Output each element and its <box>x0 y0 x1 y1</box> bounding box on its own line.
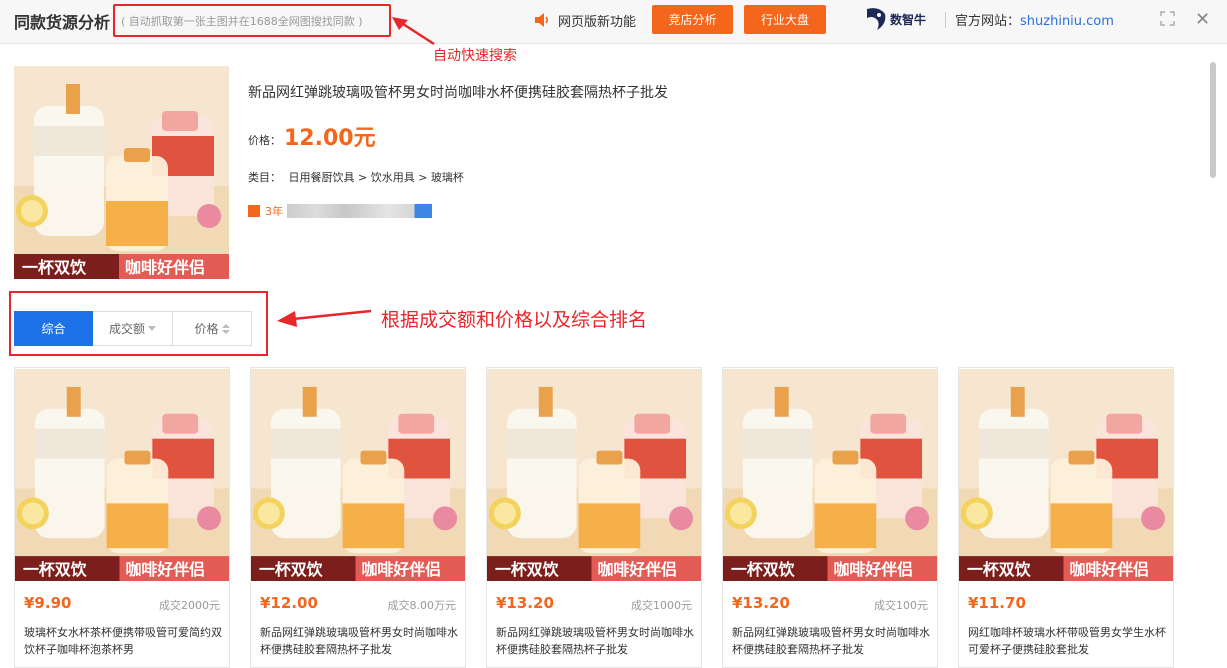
scrollbar[interactable] <box>1210 62 1216 178</box>
banner-left-text: 一杯双饮 <box>22 258 87 277</box>
result-card[interactable]: 一杯双饮 咖啡好伴侣 ¥12.00 成交8.00万元 新品网红弹跳玻璃吸管杯男女… <box>250 367 466 668</box>
result-card-sales: 成交1000元 <box>631 599 692 612</box>
banner-right-text: 咖啡好伴侣 <box>1069 560 1149 579</box>
page-title: 同款货源分析 <box>14 13 111 32</box>
brand-logo: 数智牛 <box>865 6 926 32</box>
sort-bar: 综合 成交额 价格 <box>14 311 252 346</box>
result-card[interactable]: 一杯双饮 咖啡好伴侣 ¥9.90 成交2000元 玻璃杯女水杯茶杯便携带吸管可爱… <box>14 367 230 668</box>
site-label: 官方网站： <box>955 14 1021 29</box>
result-card-sales: 成交2000元 <box>159 599 220 612</box>
product-image: 一杯双饮 咖啡好伴侣 <box>14 66 229 279</box>
top-bar: 同款货源分析 ( 自动抓取第一张主图并在1688全网图搜找同款 ) 网页版新功能… <box>0 0 1227 44</box>
sort-tab-price[interactable]: 价格 <box>173 311 252 346</box>
result-card-sales: 成交100元 <box>874 599 928 612</box>
blurred-supplier-name <box>287 204 432 218</box>
result-card-image[interactable]: 一杯双饮 咖啡好伴侣 <box>251 368 465 582</box>
page-subtitle: ( 自动抓取第一张主图并在1688全网图搜找同款 ) <box>121 15 363 28</box>
result-card-price: ¥9.90 <box>24 594 72 612</box>
banner-right-text: 咖啡好伴侣 <box>125 560 205 579</box>
shop-analysis-button[interactable]: 竞店分析 <box>652 5 733 34</box>
expand-icon[interactable] <box>1160 11 1175 26</box>
result-card-price: ¥12.00 <box>260 594 318 612</box>
category-path: 日用餐厨饮具 > 饮水用具 > 玻璃杯 <box>288 171 464 184</box>
sort-tab-overall-label: 综合 <box>41 322 66 336</box>
product-price: 12.00元 <box>284 126 376 151</box>
sort-tab-overall[interactable]: 综合 <box>14 311 93 346</box>
category-label: 类目： <box>248 171 281 184</box>
result-card-image[interactable]: 一杯双饮 咖啡好伴侣 <box>723 368 937 582</box>
banner-left-text: 一杯双饮 <box>23 560 88 579</box>
result-card-title[interactable]: 新品网红弹跳玻璃吸管杯男女时尚咖啡水杯便携硅胶套隔热杯子批发 <box>496 624 694 658</box>
result-card-price: ¥11.70 <box>968 594 1026 612</box>
result-card-image[interactable]: 一杯双饮 咖啡好伴侣 <box>959 368 1173 582</box>
price-label: 价格： <box>248 134 281 147</box>
category-row: 类目： 日用餐厨饮具 > 饮水用具 > 玻璃杯 <box>248 169 464 185</box>
official-site: 官方网站：shuzhiniu.com <box>955 10 1114 29</box>
close-icon[interactable]: ✕ <box>1195 9 1210 30</box>
result-card-price: ¥13.20 <box>496 594 554 612</box>
banner-right-text: 咖啡好伴侣 <box>125 258 205 277</box>
result-card-title[interactable]: 玻璃杯女水杯茶杯便携带吸管可爱简约双饮杯子咖啡杯泡茶杯男 <box>24 624 222 658</box>
new-feature-label[interactable]: 网页版新功能 <box>558 11 636 30</box>
annotation-auto-search: 自动快速搜索 <box>433 48 517 64</box>
result-card-title[interactable]: 新品网红弹跳玻璃吸管杯男女时尚咖啡水杯便携硅胶套隔热杯子批发 <box>732 624 930 658</box>
annotation-arrow-icon <box>392 17 435 46</box>
banner-right-text: 咖啡好伴侣 <box>361 560 441 579</box>
industry-overview-button[interactable]: 行业大盘 <box>744 5 826 34</box>
banner-right-text: 咖啡好伴侣 <box>597 560 677 579</box>
brand-logo-icon <box>867 8 886 30</box>
banner-left-text: 一杯双饮 <box>495 560 560 579</box>
caret-down-icon <box>148 326 156 331</box>
main-product-image: 一杯双饮 咖啡好伴侣 <box>14 66 229 279</box>
result-card-title[interactable]: 网红咖啡杯玻璃水杯带吸管男女学生水杯可爱杯子便携硅胶套批发 <box>968 624 1166 658</box>
sort-tab-turnover[interactable]: 成交额 <box>93 311 173 346</box>
sort-tab-price-label: 价格 <box>194 322 219 336</box>
result-card-image[interactable]: 一杯双饮 咖啡好伴侣 <box>15 368 229 582</box>
result-card-image[interactable]: 一杯双饮 咖啡好伴侣 <box>487 368 701 582</box>
result-card-price: ¥13.20 <box>732 594 790 612</box>
result-card[interactable]: 一杯双饮 咖啡好伴侣 ¥13.20 成交1000元 新品网红弹跳玻璃吸管杯男女时… <box>486 367 702 668</box>
sort-arrows-icon <box>221 323 230 334</box>
annotation-arrow-2-icon <box>277 309 372 327</box>
banner-left-text: 一杯双饮 <box>731 560 796 579</box>
result-card-sales: 成交8.00万元 <box>387 599 457 612</box>
years-badge: 3年 <box>265 205 283 218</box>
brand-logo-text: 数智牛 <box>890 12 927 27</box>
annotation-sort-note: 根据成交额和价格以及综合排名 <box>381 309 648 331</box>
gift-icon <box>248 205 260 217</box>
banner-left-text: 一杯双饮 <box>259 560 324 579</box>
result-card[interactable]: 一杯双饮 咖啡好伴侣 ¥11.70 网红咖啡杯玻璃水杯带吸管男女学生水杯可爱杯子… <box>958 367 1174 668</box>
result-card[interactable]: 一杯双饮 咖啡好伴侣 ¥13.20 成交100元 新品网红弹跳玻璃吸管杯男女时尚… <box>722 367 938 668</box>
supplier-years: 3年 <box>248 203 432 219</box>
site-url-link[interactable]: shuzhiniu.com <box>1020 14 1114 29</box>
speaker-icon <box>535 13 549 27</box>
header-divider <box>945 12 946 28</box>
banner-left-text: 一杯双饮 <box>967 560 1032 579</box>
result-card-title[interactable]: 新品网红弹跳玻璃吸管杯男女时尚咖啡水杯便携硅胶套隔热杯子批发 <box>260 624 458 658</box>
subtitle-highlight-box: ( 自动抓取第一张主图并在1688全网图搜找同款 ) <box>113 4 391 37</box>
sort-tab-turnover-label: 成交额 <box>108 322 145 336</box>
banner-right-text: 咖啡好伴侣 <box>833 560 913 579</box>
product-title: 新品网红弹跳玻璃吸管杯男女时尚咖啡水杯便携硅胶套隔热杯子批发 <box>248 85 668 101</box>
